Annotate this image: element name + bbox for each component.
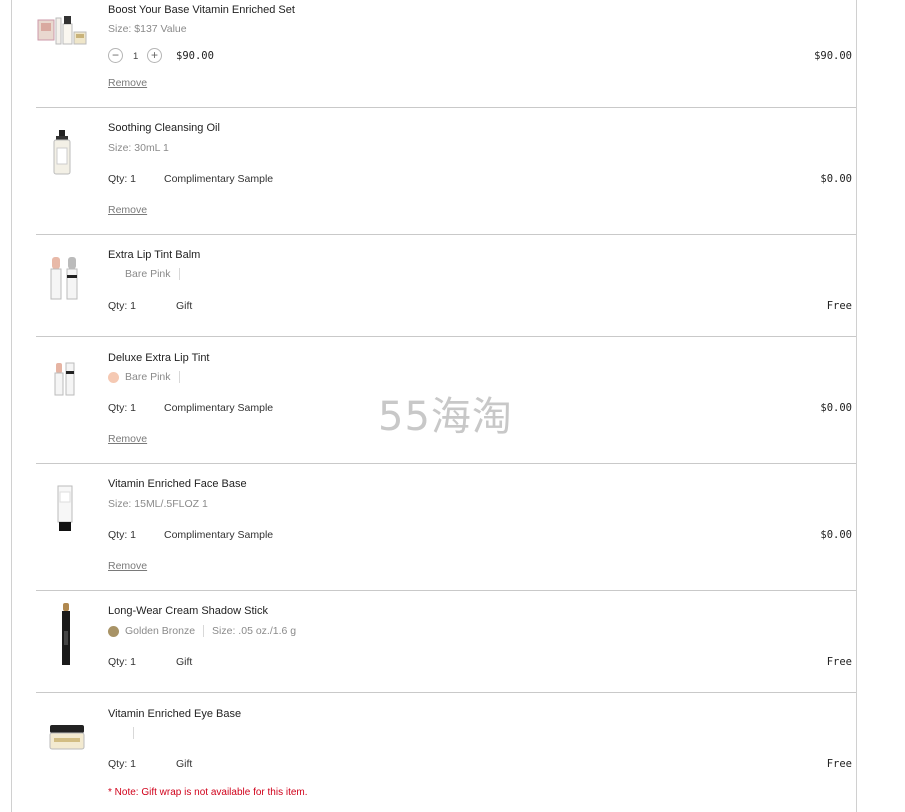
remove-link[interactable]: Remove	[108, 560, 147, 572]
item-type: Gift	[176, 656, 193, 668]
quantity-label: Qty: 1	[108, 300, 137, 312]
shade-divider	[178, 268, 180, 280]
line-price: $0.00	[820, 529, 852, 541]
quantity-label: Qty: 1	[108, 173, 137, 185]
product-thumbnail	[36, 484, 96, 544]
item-type: Gift	[176, 758, 193, 770]
unit-price: $90.00	[176, 50, 214, 62]
cart-panel: Boost Your Base Vitamin Enriched Set Siz…	[11, 0, 857, 812]
shade-divider	[178, 371, 180, 383]
shade-name: Bare Pink	[125, 371, 171, 383]
product-thumbnail	[36, 14, 96, 74]
shade-swatch	[108, 371, 119, 383]
quantity-label: Qty: 1	[108, 529, 137, 541]
line-price: Free	[826, 758, 852, 770]
product-thumbnail	[36, 721, 96, 781]
product-name[interactable]: Soothing Cleansing Oil	[108, 122, 220, 134]
cart-item-soothing-cleansing-oil: Soothing Cleansing Oil Size: 30mL 1 Qty:…	[36, 108, 856, 234]
product-shade: Bare Pink	[125, 268, 188, 280]
quantity-label: Qty: 1	[108, 402, 137, 414]
product-size: Size: .05 oz./1.6 g	[212, 625, 297, 637]
item-type: Complimentary Sample	[164, 529, 274, 541]
product-thumbnail	[36, 359, 96, 419]
line-price: $90.00	[814, 50, 852, 62]
product-thumbnail	[36, 128, 96, 188]
cart-item-vitamin-enriched-eye-base: Vitamin Enriched Eye Base Qty: 1 Gift Fr…	[36, 693, 856, 812]
product-name[interactable]: Boost Your Base Vitamin Enriched Set	[108, 4, 295, 16]
cart-item-extra-lip-tint-balm: Extra Lip Tint Balm Bare Pink Qty: 1 Gif…	[36, 235, 856, 336]
plus-icon: +	[150, 48, 158, 62]
product-name[interactable]: Vitamin Enriched Eye Base	[108, 708, 241, 720]
shade-swatch	[108, 625, 119, 637]
product-shade: Bare Pink	[108, 371, 188, 383]
cart-item-long-wear-cream-shadow-stick: Long-Wear Cream Shadow Stick Golden Bron…	[36, 591, 856, 692]
line-price: Free	[826, 300, 852, 312]
cart-item-deluxe-extra-lip-tint: Deluxe Extra Lip Tint Bare Pink Qty: 1 C…	[36, 337, 856, 463]
quantity-label: Qty: 1	[108, 656, 137, 668]
remove-link[interactable]: Remove	[108, 204, 147, 216]
cart-item-boost-your-base: Boost Your Base Vitamin Enriched Set Siz…	[36, 0, 856, 107]
product-shade: Golden Bronze Size: .05 oz./1.6 g	[108, 625, 296, 637]
item-type: Complimentary Sample	[164, 173, 274, 185]
product-name[interactable]: Long-Wear Cream Shadow Stick	[108, 605, 268, 617]
product-size: Size: 15ML/.5FLOZ 1	[108, 498, 208, 510]
minus-icon: −	[111, 48, 119, 62]
quantity-value[interactable]: 1	[133, 51, 138, 62]
product-size: Size: 30mL 1	[108, 142, 169, 154]
line-price: $0.00	[820, 173, 852, 185]
product-name[interactable]: Extra Lip Tint Balm	[108, 249, 200, 261]
shade-name: Bare Pink	[125, 268, 171, 280]
increase-quantity-button[interactable]: +	[147, 48, 162, 63]
shade-divider	[133, 727, 134, 739]
line-price: $0.00	[820, 402, 852, 414]
gift-wrap-note: * Note: Gift wrap is not available for t…	[108, 787, 308, 798]
cart-item-vitamin-enriched-face-base: Vitamin Enriched Face Base Size: 15ML/.5…	[36, 464, 856, 590]
product-thumbnail	[36, 253, 96, 313]
shade-name: Golden Bronze	[125, 625, 196, 637]
remove-link[interactable]: Remove	[108, 77, 147, 89]
item-type: Gift	[176, 300, 193, 312]
product-name[interactable]: Vitamin Enriched Face Base	[108, 478, 247, 490]
product-size: Size: $137 Value	[108, 23, 187, 35]
shade-divider	[203, 625, 205, 637]
item-type: Complimentary Sample	[164, 402, 274, 414]
product-thumbnail	[36, 601, 96, 665]
quantity-label: Qty: 1	[108, 758, 137, 770]
product-name[interactable]: Deluxe Extra Lip Tint	[108, 352, 210, 364]
line-price: Free	[826, 656, 852, 668]
remove-link[interactable]: Remove	[108, 433, 147, 445]
decrease-quantity-button[interactable]: −	[108, 48, 123, 63]
product-shade	[125, 727, 142, 739]
